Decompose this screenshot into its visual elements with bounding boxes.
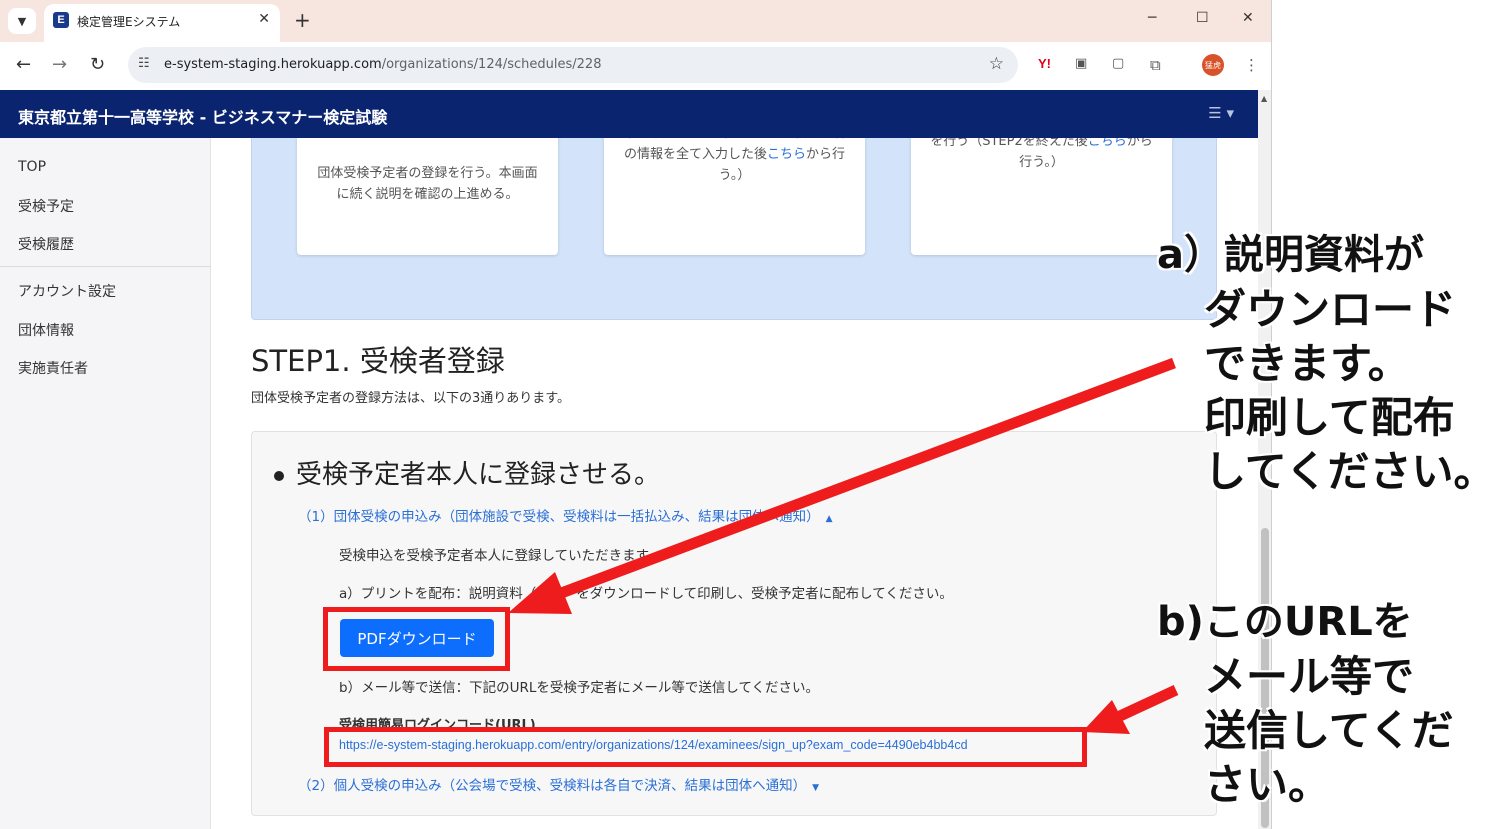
favicon-icon: E xyxy=(53,12,69,28)
hamburger-menu-icon[interactable]: ☰ ▾ xyxy=(1208,104,1234,122)
option-a-text: a）プリントを配布：説明資料（PDF）をダウンロードして印刷し、受検予定者に配布… xyxy=(339,586,953,602)
app-navbar: 東京都立第十一高等学校 - ビジネスマナー検定試験 ☰ ▾ xyxy=(0,90,1258,138)
step-card-2-text: 申込確定をする（STEP1で受検予定者の情報を全て入力した後こちらから行う。） xyxy=(623,138,846,183)
chevron-down-icon: ▼ xyxy=(17,14,27,28)
step-description: 団体受検予定者の登録方法は、以下の3通りあります。 xyxy=(251,391,570,406)
extensions-puzzle-icon[interactable]: ⧉ xyxy=(1150,56,1161,74)
caret-up-icon: ▲ xyxy=(825,514,833,524)
app-title[interactable]: 東京都立第十一高等学校 - ビジネスマナー検定試験 xyxy=(18,104,387,128)
annotation-a-line1: a）説明資料が xyxy=(1157,232,1424,278)
main-content: 団体受検予定者の登録を行う。本画面に続く説明を確認の上進める。 申込確定をする（… xyxy=(212,138,1258,829)
annotation-a-line4: 印刷して配布 xyxy=(1204,393,1455,442)
sidebar-item-account[interactable]: アカウント設定 xyxy=(18,281,116,301)
forward-arrow-icon[interactable]: → xyxy=(52,54,67,76)
sidebar-item-top[interactable]: TOP xyxy=(18,159,46,175)
address-url[interactable]: e-system-staging.herokuapp.com/organizat… xyxy=(164,57,601,72)
screen-extension-icon[interactable]: ▣ xyxy=(1075,56,1087,71)
step-card-2: 申込確定をする（STEP1で受検予定者の情報を全て入力した後こちらから行う。） xyxy=(604,138,865,255)
caret-down-icon: ▼ xyxy=(812,783,820,793)
address-bar[interactable]: ☷ e-system-staging.herokuapp.com/organiz… xyxy=(128,47,1018,83)
new-tab-button[interactable]: + xyxy=(294,8,311,32)
minimize-icon[interactable]: ─ xyxy=(1148,10,1156,26)
bullet-icon xyxy=(274,470,284,481)
annotation-b-line4: さい。 xyxy=(1204,760,1331,809)
browser-toolbar: ← → ↻ ☷ e-system-staging.herokuapp.com/o… xyxy=(0,42,1271,90)
tab-search-button[interactable]: ▼ xyxy=(8,8,36,34)
site-info-icon[interactable]: ☷ xyxy=(138,56,150,71)
annotation-a-line2: ダウンロード xyxy=(1204,285,1457,334)
close-icon[interactable]: ✕ xyxy=(258,11,270,27)
browser-tab[interactable]: E 検定管理Eシステム ✕ xyxy=(44,4,280,42)
highlight-box-url xyxy=(324,727,1087,767)
tab-title: 検定管理Eシステム xyxy=(77,15,181,29)
annotation-b-line1: b)このURLを xyxy=(1157,599,1413,645)
sidebar-item-schedule[interactable]: 受検予定 xyxy=(18,196,74,216)
kebab-menu-icon[interactable]: ⋮ xyxy=(1244,56,1259,74)
page-title: STEP1. 受検者登録 xyxy=(251,344,505,378)
intro-text: 受検申込を受検予定者本人に登録していただきます。 xyxy=(339,548,662,564)
reload-icon[interactable]: ↻ xyxy=(90,54,105,76)
annotation-a-line3: できます。 xyxy=(1204,339,1410,388)
tab-strip: ▼ E 検定管理Eシステム ✕ + ─ ☐ ✕ xyxy=(0,0,1271,42)
step-card-2-link[interactable]: こちら xyxy=(767,147,806,162)
sidebar: TOP 受検予定 受検履歴 アカウント設定 団体情報 実施責任者 xyxy=(0,138,211,829)
option-b-text: b）メール等で送信：下記のURLを受検予定者にメール等で送信してください。 xyxy=(339,680,820,696)
back-arrow-icon[interactable]: ← xyxy=(16,54,31,76)
step-card-1-text: 団体受検予定者の登録を行う。本画面に続く説明を確認の上進める。 xyxy=(317,166,538,202)
step-card-3-link[interactable]: こちら xyxy=(1088,138,1127,149)
maximize-icon[interactable]: ☐ xyxy=(1196,10,1209,26)
accordion-individual-application[interactable]: （2）個人受検の申込み（公会場で受検、受検料は各自で決済、結果は団体へ通知） ▼ xyxy=(298,774,819,794)
annotation-b-line2: メール等で xyxy=(1204,652,1415,701)
yahoo-extension-icon[interactable]: Y! xyxy=(1038,56,1051,71)
scroll-up-icon[interactable]: ▲ xyxy=(1261,94,1267,103)
accordion-group-application[interactable]: （1）団体受検の申込み（団体施設で受検、受検料は一括払込み、結果は団体へ通知） ▲ xyxy=(298,505,833,525)
step-card-3: を行う（STEP2を終えた後こちらから行う。） xyxy=(911,138,1172,255)
browser-window: ▼ E 検定管理Eシステム ✕ + ─ ☐ ✕ ← → ↻ ☷ e-system… xyxy=(0,0,1272,829)
sidebar-item-organization[interactable]: 団体情報 xyxy=(18,320,74,340)
step-card-3-text: を行う（STEP2を終えた後こちらから行う。） xyxy=(929,138,1154,173)
bookmark-star-icon[interactable]: ☆ xyxy=(989,54,1004,74)
annotation-a-line5: してください。 xyxy=(1204,447,1496,496)
sidebar-item-history[interactable]: 受検履歴 xyxy=(18,234,74,254)
window-close-icon[interactable]: ✕ xyxy=(1242,10,1254,26)
steps-panel: 団体受検予定者の登録を行う。本画面に続く説明を確認の上進める。 申込確定をする（… xyxy=(251,138,1217,320)
sidebar-item-supervisor[interactable]: 実施責任者 xyxy=(18,358,88,378)
profile-avatar[interactable]: 猛虎 xyxy=(1202,54,1224,76)
highlight-box-pdf xyxy=(323,607,510,671)
sidebar-divider xyxy=(0,266,211,267)
step-card-1: 団体受検予定者の登録を行う。本画面に続く説明を確認の上進める。 xyxy=(297,138,558,255)
method-heading: 受検予定者本人に登録させる。 xyxy=(274,454,660,491)
chat-extension-icon[interactable]: ▢ xyxy=(1112,56,1124,71)
annotation-b-line3: 送信してくだ xyxy=(1204,706,1454,755)
